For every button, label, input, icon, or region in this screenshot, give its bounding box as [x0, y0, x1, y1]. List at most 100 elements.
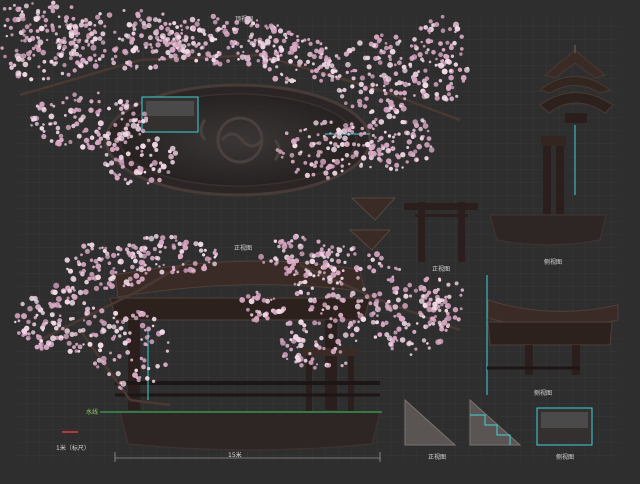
blossom-petal — [350, 130, 355, 134]
blossom-petal — [31, 46, 36, 51]
blossom-petal — [53, 121, 58, 125]
blossom-petal — [97, 99, 101, 104]
blossom-petal — [55, 130, 60, 135]
blossom-petal — [20, 39, 23, 42]
blossom-petal — [217, 61, 223, 67]
blossom-petal — [280, 239, 285, 243]
blossom-petal — [294, 360, 298, 364]
blossom-petal — [87, 341, 93, 347]
blossom-petal — [48, 122, 52, 126]
blossom-petal — [311, 172, 316, 177]
blossom-petal — [107, 372, 111, 377]
blossom-petal — [32, 53, 36, 57]
blossom-petal — [388, 166, 393, 171]
blossom-petal — [307, 53, 310, 57]
blossom-petal — [87, 276, 92, 281]
blossom-petal — [113, 30, 117, 34]
blossom-petal — [296, 38, 300, 43]
blossom-petal — [452, 40, 457, 46]
blossom-petal — [302, 323, 307, 328]
blossom-petal — [283, 32, 288, 37]
blossom-petal — [187, 43, 191, 47]
blossom-petal — [154, 136, 160, 142]
blossom-petal — [95, 261, 99, 264]
blossom-petal — [12, 16, 19, 23]
blossom-petal — [145, 376, 150, 381]
blossom-petal — [122, 284, 126, 288]
blossom-petal — [329, 317, 333, 321]
blossom-petal — [116, 253, 120, 256]
blossom-petal — [393, 63, 397, 67]
blossom-petal — [450, 54, 455, 58]
blossom-petal — [389, 48, 396, 55]
blossom-petal — [100, 54, 105, 59]
blossom-petal — [255, 49, 259, 53]
blossom-petal — [445, 40, 450, 45]
blossom-petal — [158, 265, 161, 268]
blossom-petal — [109, 269, 116, 275]
blossom-petal — [293, 282, 297, 286]
blossom-petal — [357, 320, 360, 324]
blossom-petal — [89, 99, 94, 104]
blossom-petal — [125, 350, 131, 355]
blossom-petal — [174, 239, 178, 242]
blossom-petal — [393, 90, 399, 96]
blossom-petal — [285, 36, 288, 39]
blossom-petal — [208, 261, 211, 264]
blossom-petal — [93, 53, 97, 57]
blossom-petal — [261, 298, 267, 303]
blossom-petal — [89, 135, 95, 140]
blossom-petal — [415, 322, 419, 325]
blossom-petal — [42, 59, 47, 64]
blossom-petal — [431, 50, 436, 55]
blossom-petal — [416, 143, 423, 150]
blossom-petal — [370, 74, 375, 79]
blossom-petal — [426, 342, 429, 345]
blossom-petal — [75, 342, 79, 346]
blossom-petal — [357, 40, 363, 46]
blossom-petal — [305, 59, 311, 64]
blossom-petal — [389, 88, 394, 93]
blossom-petal — [299, 319, 303, 323]
blossom-petal — [168, 22, 172, 26]
blossom-petal — [406, 146, 410, 149]
blossom-petal — [298, 280, 303, 285]
blossom-petal — [133, 103, 138, 107]
blossom-petal — [64, 143, 67, 146]
blossom-petal — [324, 171, 328, 176]
blossom-petal — [317, 345, 322, 350]
blossom-petal — [54, 61, 58, 65]
blossom-petal — [212, 261, 218, 267]
blossom-petal — [119, 386, 123, 391]
blossom-petal — [87, 44, 90, 47]
blossom-petal — [449, 43, 453, 47]
blossom-petal — [87, 56, 93, 62]
blossom-petal — [146, 22, 152, 29]
blossom-petal — [187, 266, 194, 273]
blossom-petal — [338, 74, 342, 78]
blossom-petal — [360, 126, 365, 131]
blossom-petal — [414, 347, 418, 351]
blossom-petal — [36, 36, 41, 40]
blossom-petal — [296, 339, 299, 342]
blossom-petal — [453, 62, 458, 67]
blossom-petal — [203, 248, 207, 252]
blossom-petal — [93, 23, 97, 27]
blossom-petal — [81, 46, 85, 50]
blossom-petal — [445, 303, 451, 309]
blossom-petal — [104, 246, 108, 250]
blossom-petal — [69, 299, 76, 306]
blossom-petal — [368, 41, 374, 47]
blossom-petal — [82, 289, 89, 295]
blossom-petal — [162, 57, 166, 61]
blossom-petal — [349, 294, 353, 298]
blossom-petal — [290, 45, 297, 51]
blossom-petal — [204, 57, 209, 62]
blossom-petal — [20, 301, 25, 307]
blossom-petal — [336, 127, 341, 133]
blossom-petal — [325, 364, 330, 368]
blossom-petal — [418, 26, 424, 31]
blossom-petal — [406, 341, 412, 347]
blossom-petal — [142, 111, 147, 117]
blossom-petal — [53, 282, 60, 289]
